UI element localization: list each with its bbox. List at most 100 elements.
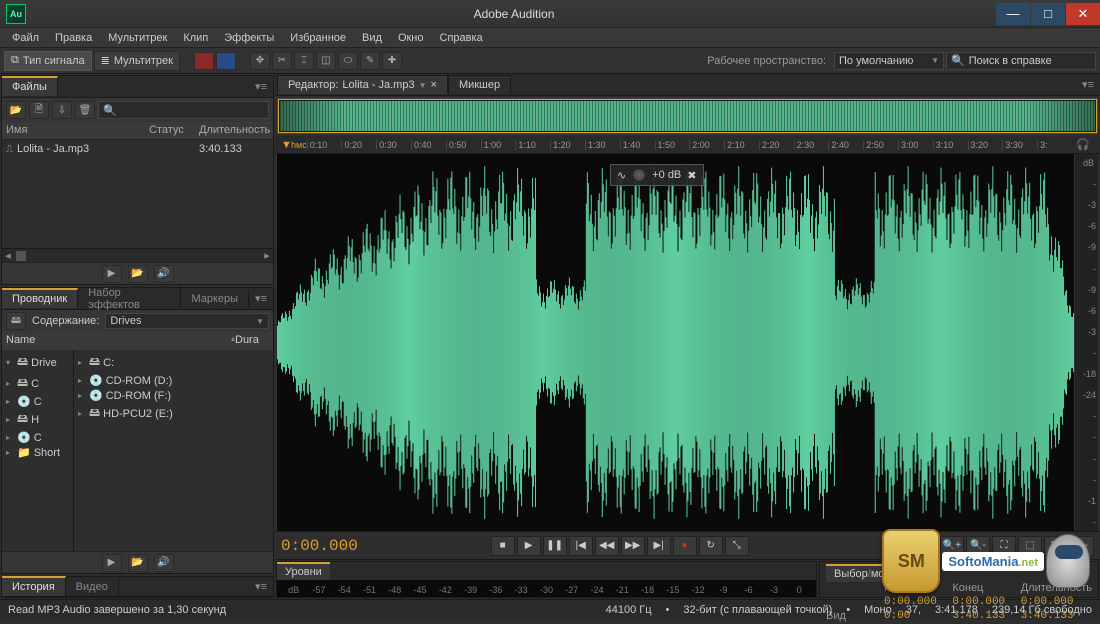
titlebar: Au Adobe Audition — □ ✕ bbox=[0, 0, 1100, 28]
files-tab[interactable]: Файлы bbox=[2, 76, 58, 96]
gain-hud[interactable]: ∿ +0 dB ✖ bbox=[610, 164, 704, 186]
menu-edit[interactable]: Правка bbox=[47, 30, 100, 46]
editor-tab[interactable]: Редактор: Lolita - Ja.mp3 ▼ × bbox=[277, 75, 448, 94]
waveform-display[interactable]: dB --3-6-9--9-6-3- -18-24-----1- bbox=[277, 154, 1098, 531]
zoom-full-button[interactable]: ⛶ bbox=[992, 536, 1016, 556]
play-button[interactable]: ▶ bbox=[517, 536, 541, 556]
tool-red[interactable] bbox=[194, 52, 214, 70]
content-dropdown[interactable]: Drives▼ bbox=[105, 313, 269, 329]
multitrack-mode-button[interactable]: ≣Мультитрек bbox=[94, 51, 180, 71]
workspace-select[interactable]: По умолчанию▼ bbox=[834, 52, 944, 70]
menu-window[interactable]: Окно bbox=[390, 30, 432, 46]
menu-multitrack[interactable]: Мультитрек bbox=[100, 30, 175, 46]
preview-play-button[interactable]: ▶ bbox=[102, 554, 122, 572]
files-hscroll[interactable]: ◂▸ bbox=[2, 248, 273, 262]
headphones-icon[interactable]: 🎧 bbox=[1072, 138, 1094, 151]
stop-button[interactable]: ■ bbox=[491, 536, 515, 556]
new-file-button[interactable]: 🗎 bbox=[29, 101, 49, 119]
ffwd-button[interactable]: ▶▶ bbox=[621, 536, 645, 556]
levels-panel: Уровни dB-57-54-51-48-45-42-39-36-33-30-… bbox=[276, 561, 817, 598]
status-samplerate: 44100 Гц bbox=[606, 604, 652, 616]
menu-help[interactable]: Справка bbox=[432, 30, 491, 46]
drive-list[interactable]: ▸🖴 C: ▸💿 CD-ROM (D:) ▸💿 CD-ROM (F:) ▸🖴 H… bbox=[74, 350, 273, 551]
zoom-in-button[interactable]: 🔍+ bbox=[940, 536, 964, 556]
editor-tabs: Редактор: Lolita - Ja.mp3 ▼ × Микшер ▾≡ bbox=[275, 74, 1100, 96]
gain-value: +0 dB bbox=[652, 169, 681, 181]
levels-tab[interactable]: Уровни bbox=[277, 562, 330, 580]
transport-bar: 0:00.000 ■ ▶ ❚❚ |◀ ◀◀ ▶▶ ▶| ● ↻ ⤡ 🔍+ 🔍- … bbox=[275, 531, 1100, 559]
history-tab[interactable]: История bbox=[2, 576, 66, 596]
menu-effects[interactable]: Эффекты bbox=[216, 30, 282, 46]
panel-menu-icon[interactable]: ▾≡ bbox=[249, 580, 273, 593]
waveform-overview[interactable] bbox=[277, 98, 1098, 134]
playhead-icon[interactable]: ▼ bbox=[281, 139, 291, 151]
tool-blue[interactable] bbox=[216, 52, 236, 70]
gain-knob[interactable] bbox=[632, 168, 646, 182]
waveform-icon: ∿ bbox=[617, 169, 626, 182]
browser-tab[interactable]: Проводник bbox=[2, 288, 78, 308]
content-label: Содержание: bbox=[32, 315, 99, 327]
drive-icon[interactable]: 🖴 bbox=[6, 312, 26, 330]
go-end-button[interactable]: ▶| bbox=[647, 536, 671, 556]
zoom-out-v-button[interactable]: ⇕- bbox=[1070, 536, 1094, 556]
menu-favorites[interactable]: Избранное bbox=[282, 30, 354, 46]
panel-menu-icon[interactable]: ▾≡ bbox=[249, 292, 273, 305]
video-tab[interactable]: Видео bbox=[66, 578, 119, 596]
status-channels: Моно bbox=[864, 604, 892, 616]
maximize-button[interactable]: □ bbox=[1031, 3, 1065, 25]
mode-toolbar: ⧉Тип сигнала ≣Мультитрек ✥ ✂ ⌶ ◫ ⬭ ✎ ✚ Р… bbox=[0, 48, 1100, 74]
mixer-tab[interactable]: Микшер bbox=[448, 75, 511, 94]
loop-button[interactable]: 🔊 bbox=[154, 265, 174, 283]
timeline-ruler[interactable]: ▼ hмс 0:100:200:300:400:501:001:101:201:… bbox=[275, 136, 1100, 154]
pin-icon[interactable]: ✖ bbox=[687, 169, 696, 182]
open-file-button[interactable]: 📂 bbox=[6, 101, 26, 119]
panel-menu-icon[interactable]: ▾≡ bbox=[249, 80, 273, 93]
multitrack-icon: ≣ bbox=[101, 54, 110, 67]
move-tool[interactable]: ✥ bbox=[250, 52, 270, 70]
razor-tool[interactable]: ✂ bbox=[272, 52, 292, 70]
close-button[interactable]: ✕ bbox=[1066, 3, 1100, 25]
timecode-display[interactable]: 0:00.000 bbox=[281, 537, 391, 555]
menu-view[interactable]: Вид bbox=[354, 30, 390, 46]
effects-rack-tab[interactable]: Набор эффектов bbox=[78, 284, 181, 314]
folder-tree[interactable]: ▾🖴 Drive ▸🖴 C ▸💿 C ▸🖴 H ▸💿 C ▸📁 Short bbox=[2, 350, 74, 551]
help-search[interactable]: 🔍Поиск в справке bbox=[946, 52, 1096, 70]
brush-tool[interactable]: ✎ bbox=[360, 52, 380, 70]
autoplay-button[interactable]: 📂 bbox=[128, 554, 148, 572]
menu-clip[interactable]: Клип bbox=[175, 30, 216, 46]
zoom-in-v-button[interactable]: ⇕+ bbox=[1044, 536, 1068, 556]
rewind-button[interactable]: ◀◀ bbox=[595, 536, 619, 556]
app-icon: Au bbox=[6, 4, 26, 24]
waveform-svg bbox=[277, 154, 1074, 531]
marquee-tool[interactable]: ◫ bbox=[316, 52, 336, 70]
file-row[interactable]: ⎍ Lolita - Ja.mp3 3:40.133 bbox=[2, 140, 273, 158]
status-message: Read MP3 Audio завершено за 1,30 секунд bbox=[8, 604, 226, 616]
files-search[interactable]: 🔍 bbox=[98, 101, 269, 119]
markers-tab[interactable]: Маркеры bbox=[181, 290, 249, 308]
skip-selection-button[interactable]: ⤡ bbox=[725, 536, 749, 556]
preview-play-button[interactable]: ▶ bbox=[102, 265, 122, 283]
minimize-button[interactable]: — bbox=[996, 3, 1030, 25]
loop-playback-button[interactable]: ↻ bbox=[699, 536, 723, 556]
zoom-out-button[interactable]: 🔍- bbox=[966, 536, 990, 556]
pause-button[interactable]: ❚❚ bbox=[543, 536, 567, 556]
delete-button[interactable]: 🗑 bbox=[75, 101, 95, 119]
waveform-mode-button[interactable]: ⧉Тип сигнала bbox=[4, 51, 92, 71]
selection-panel: Выбор/мое НачалоКонецДлительность 0:00.0… bbox=[819, 561, 1099, 598]
go-start-button[interactable]: |◀ bbox=[569, 536, 593, 556]
import-button[interactable]: ⇩ bbox=[52, 101, 72, 119]
time-select-tool[interactable]: ⌶ bbox=[294, 52, 314, 70]
close-tab-icon[interactable]: × bbox=[431, 79, 437, 91]
workspace-label: Рабочее пространство: bbox=[707, 55, 826, 67]
record-button[interactable]: ● bbox=[673, 536, 697, 556]
lasso-tool[interactable]: ⬭ bbox=[338, 52, 358, 70]
waveform-icon: ⧉ bbox=[11, 54, 19, 67]
chevron-down-icon[interactable]: ▼ bbox=[419, 81, 427, 90]
loop-button[interactable]: 🔊 bbox=[154, 554, 174, 572]
heal-tool[interactable]: ✚ bbox=[382, 52, 402, 70]
autoplay-button[interactable]: 📂 bbox=[128, 265, 148, 283]
panel-menu-icon[interactable]: ▾≡ bbox=[1076, 78, 1100, 91]
selection-tab[interactable]: Выбор/мое bbox=[826, 564, 899, 582]
menu-file[interactable]: Файл bbox=[4, 30, 47, 46]
zoom-sel-button[interactable]: ⬚ bbox=[1018, 536, 1042, 556]
